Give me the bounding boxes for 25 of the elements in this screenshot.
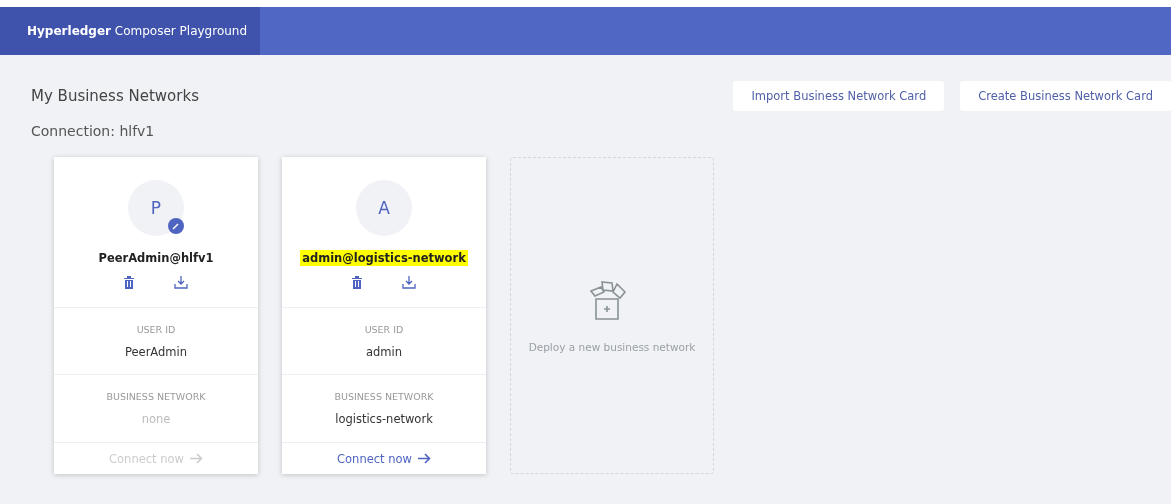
card-name: PeerAdmin@hlfv1: [97, 250, 215, 266]
download-icon[interactable]: [402, 276, 416, 289]
trash-icon[interactable]: [352, 276, 362, 289]
field-label: USER ID: [136, 323, 176, 335]
avatar: P: [128, 180, 184, 236]
connection-label: Connection: hlfv1: [31, 123, 156, 139]
field-value: none: [141, 412, 171, 426]
app-title: Hyperledger Composer Playground: [0, 7, 260, 55]
field-label: BUSINESS NETWORK: [334, 391, 434, 402]
card-action-button[interactable]: Create Business Network Card: [960, 81, 1171, 111]
card-action-button[interactable]: Import Business Network Card: [733, 81, 945, 111]
field-value: admin: [365, 344, 402, 359]
connect-link[interactable]: Connect now: [282, 443, 486, 474]
field-label: BUSINESS NETWORK: [106, 391, 206, 402]
field-value: logistics-network: [335, 412, 433, 426]
field-label: USER ID: [364, 323, 404, 335]
trash-icon[interactable]: [124, 276, 134, 289]
avatar: A: [356, 180, 412, 236]
page-title: My Business Networks: [31, 87, 199, 105]
arrow-right-icon: [417, 453, 431, 464]
arrow-right-icon: [189, 453, 203, 464]
deploy-label: Deploy a new business network: [528, 340, 696, 353]
field-value: PeerAdmin: [124, 344, 188, 359]
download-icon[interactable]: [174, 276, 188, 289]
card-name: admin@logistics-network: [300, 250, 468, 266]
